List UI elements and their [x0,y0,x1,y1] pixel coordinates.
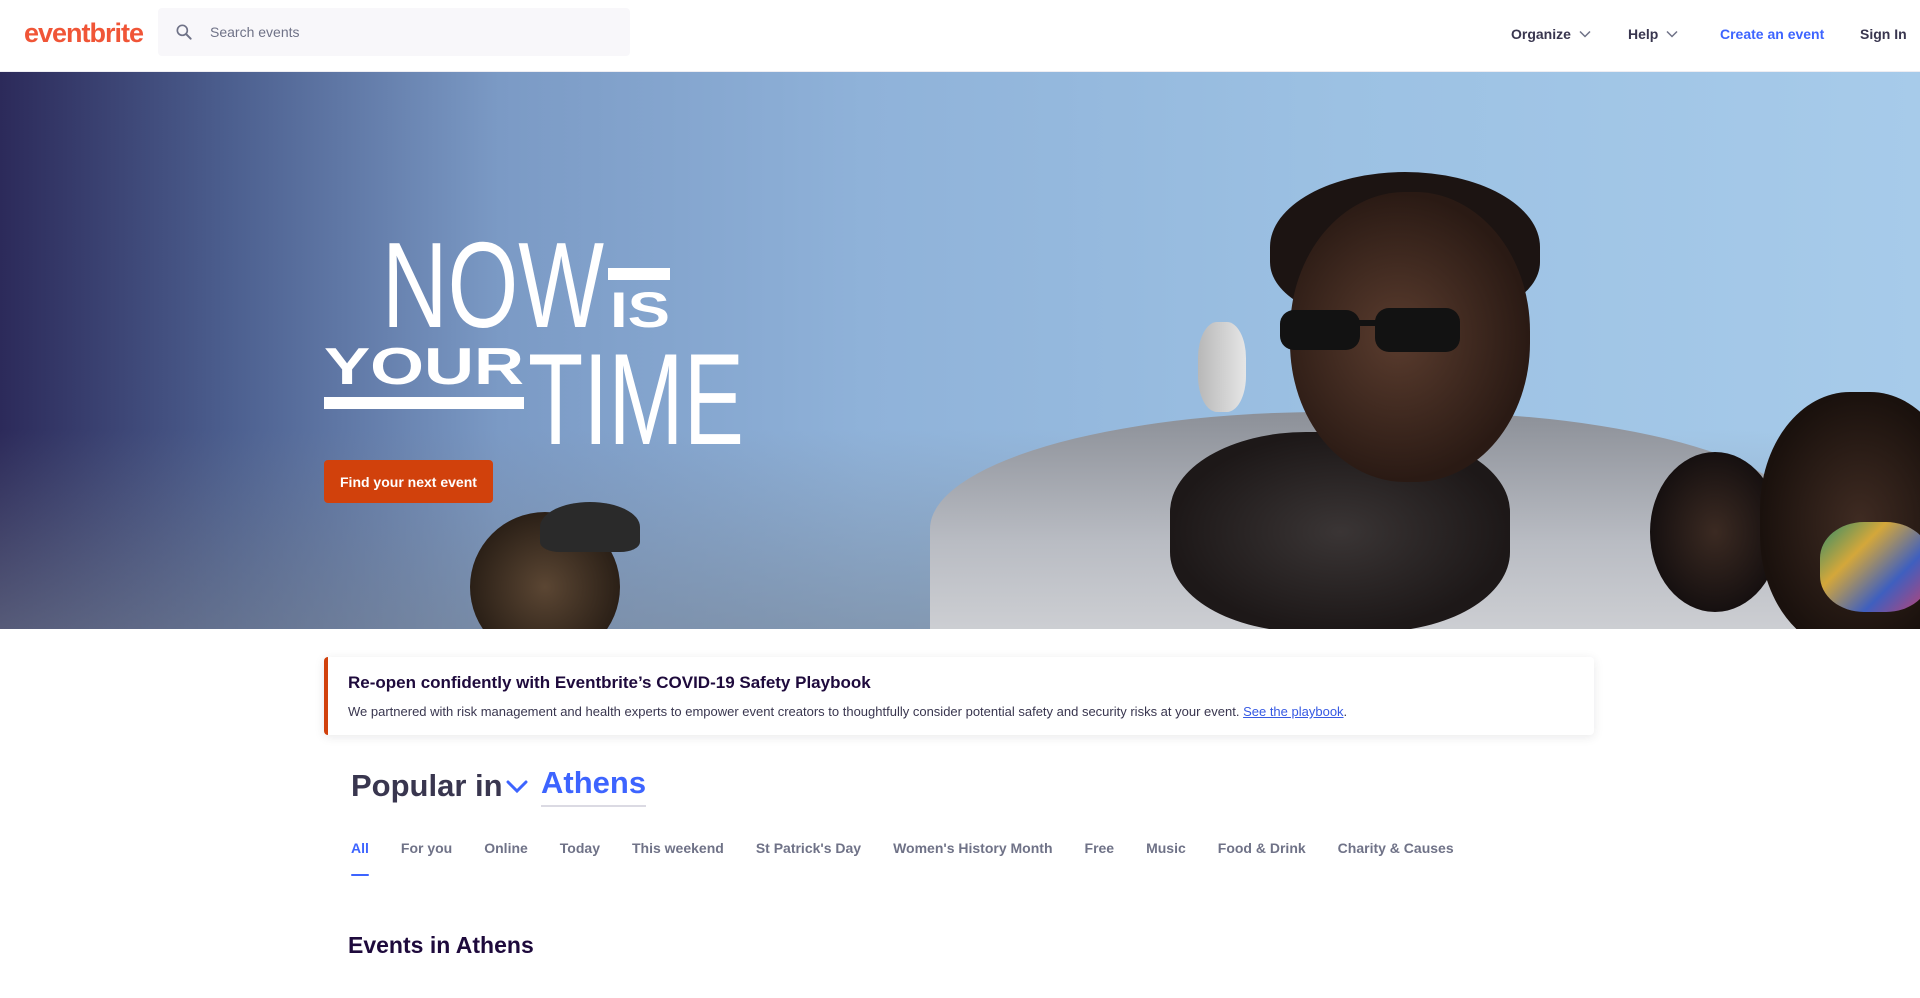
organize-label: Organize [1511,26,1571,42]
covid-banner-period: . [1343,704,1348,719]
chevron-down-icon [1579,30,1591,38]
tab-music[interactable]: Music [1146,840,1186,876]
covid-banner-body: We partnered with risk management and he… [348,704,1240,719]
tab-food-drink[interactable]: Food & Drink [1218,840,1306,876]
tab-online[interactable]: Online [484,840,528,876]
chevron-down-icon[interactable] [506,780,528,794]
tab-all[interactable]: All [351,840,369,876]
tab-charity-causes[interactable]: Charity & Causes [1338,840,1454,876]
sign-in-link[interactable]: Sign In [1860,26,1907,42]
search-input[interactable] [208,8,608,56]
organize-menu[interactable]: Organize [1511,26,1591,42]
location-selector[interactable]: Athens [541,765,647,807]
covid-banner-title: Re-open confidently with Eventbrite’s CO… [348,673,871,692]
search-icon [176,24,192,40]
help-label: Help [1628,26,1659,42]
find-next-event-button[interactable]: Find your next event [324,460,493,503]
hero-headline-your: YOUR [324,338,524,396]
search-bar[interactable] [158,8,630,56]
hero-headline-rule-bottom [324,397,524,409]
hero-banner: NOW IS YOUR TIME Find your next event [0,72,1920,629]
tab-womens-history-month[interactable]: Women's History Month [893,840,1052,876]
covid-banner-text: We partnered with risk management and he… [348,704,1347,719]
tab-this-weekend[interactable]: This weekend [632,840,724,876]
chevron-down-icon [1666,30,1678,38]
hero-photo-sunglasses [1280,308,1460,352]
see-playbook-link[interactable]: See the playbook [1243,704,1343,719]
hero-photo-face-mask [1820,522,1920,612]
hero-photo-headphone [1198,322,1246,412]
popular-in-label: Popular in [351,768,503,803]
events-section-heading: Events in Athens [348,932,534,958]
tab-for-you[interactable]: For you [401,840,452,876]
category-tabs: All For you Online Today This weekend St… [351,840,1486,876]
tab-today[interactable]: Today [560,840,600,876]
help-menu[interactable]: Help [1628,26,1678,42]
top-header: eventbrite Organize Help Create an event… [0,0,1920,72]
hero-headline-time: TIME [528,326,744,472]
covid-safety-banner: Re-open confidently with Eventbrite’s CO… [324,657,1594,735]
create-event-link[interactable]: Create an event [1720,26,1824,42]
tab-free[interactable]: Free [1085,840,1115,876]
tab-st-patricks-day[interactable]: St Patrick's Day [756,840,861,876]
hero-headline-rule-top [608,268,670,280]
eventbrite-logo[interactable]: eventbrite [24,18,144,49]
